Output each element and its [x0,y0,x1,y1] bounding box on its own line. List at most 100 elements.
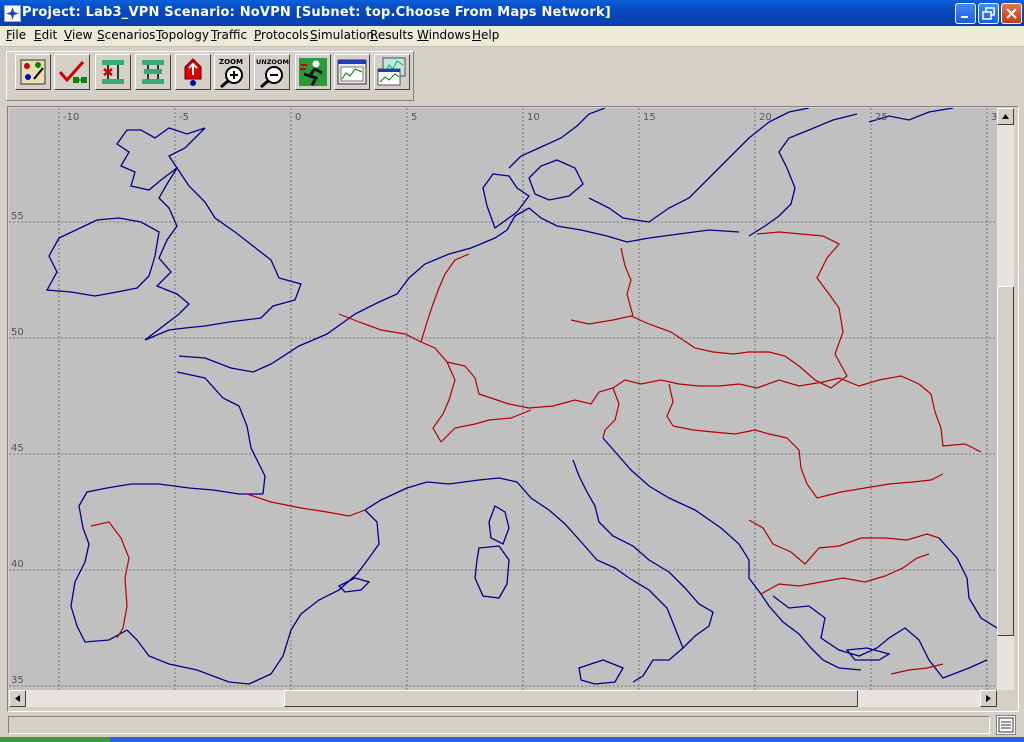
coastline-segment [178,253,450,373]
coastlines [45,108,997,685]
border-segment [90,521,130,639]
view-results-icon [337,59,367,85]
hide-show-graphs-button[interactable] [374,54,410,90]
unzoom-button[interactable]: UNZOOM [254,54,290,90]
view-results-button[interactable] [334,54,370,90]
zoom-in-icon: ZOOM [219,58,243,89]
title-bar[interactable]: Project: Lab3_VPN Scenario: NoVPN [Subne… [0,0,1024,26]
menu-results[interactable]: Results [370,28,413,42]
coastline-segment [488,505,510,545]
window-title: Project: Lab3_VPN Scenario: NoVPN [Subne… [22,5,611,20]
app-icon[interactable] [4,5,21,22]
border-segment [602,387,620,439]
run-simulation-icon [299,58,327,86]
coastline-segment [938,537,997,629]
close-button[interactable] [1001,3,1022,24]
menu-scenarios[interactable]: Scenarios [97,28,155,42]
status-message-field [8,716,990,734]
menu-help[interactable]: Help [472,28,499,42]
coastline-segment [448,207,740,255]
zoom-button[interactable]: ZOOM [214,54,250,90]
menu-edit[interactable]: Edit [34,28,57,42]
coastline-segment [116,127,206,191]
coastline-segment [748,113,858,237]
coastline-segment [176,371,266,495]
menu-simulation[interactable]: Simulation [310,28,374,42]
longitude-label: -10 [63,112,79,123]
arrow-left-icon [15,695,20,702]
latitude-label: 50 [11,327,24,338]
coastline-segment [474,545,510,599]
coastline-segment [364,477,684,683]
zoom-label: ZOOM [219,58,243,66]
minimize-button[interactable] [955,3,976,24]
longitude-label: 15 [643,112,656,123]
horizontal-scrollbar[interactable] [9,690,997,707]
map-canvas[interactable]: -10 -5 0 5 10 15 20 25 3 55 50 45 40 35 [9,108,997,690]
border-segment [338,313,456,443]
coastline-segment [482,173,530,230]
border-segment [666,383,788,439]
longitude-label: 5 [411,112,417,123]
vertical-scrollbar[interactable] [997,108,1014,690]
border-segment [440,409,532,443]
scroll-right-button[interactable] [980,690,997,707]
arrow-up-icon [1002,114,1009,119]
latitude-label: 35 [11,675,24,686]
border-segment [570,231,848,389]
unzoom-label: UNZOOM [256,58,289,66]
coastline-segment [337,577,371,593]
border-segment [446,361,626,409]
restore-button[interactable] [978,3,999,24]
country-borders [90,231,982,675]
horizontal-scroll-thumb[interactable] [284,690,858,707]
menu-traffic[interactable]: Traffic [211,28,247,42]
recover-link-button[interactable] [135,54,171,90]
border-segment [786,437,944,499]
longitude-label: -5 [179,112,189,123]
longitude-label: 20 [759,112,772,123]
coastline-segment [578,659,624,685]
border-segment [748,519,940,565]
configure-run-simulation-button[interactable] [295,54,331,90]
status-log-button[interactable] [996,715,1016,735]
menu-bar: File Edit View Scenarios Topology Traffi… [0,26,1024,47]
coastline-segment [572,459,714,649]
recover-link-icon [142,60,164,84]
arrow-right-icon [986,695,991,702]
palette-icon [20,59,46,85]
zoom-out-icon: UNZOOM [256,58,289,89]
coastline-segment [588,108,810,223]
menu-file[interactable]: File [6,28,26,42]
scroll-left-button[interactable] [9,690,26,707]
vertical-scroll-thumb[interactable] [997,286,1014,636]
border-segment [620,247,634,317]
check-links-button[interactable] [54,54,90,90]
latitude-label: 40 [11,559,24,570]
coastline-segment [508,108,606,169]
menu-windows[interactable]: Windows [417,28,471,42]
graphs-icon [377,57,406,86]
longitude-label: 10 [527,112,540,123]
fail-link-button[interactable] [95,54,131,90]
longitude-label: 25 [875,112,888,123]
border-segment [246,493,366,517]
coastline-segment [528,159,584,201]
latitude-label: 45 [11,443,24,454]
scroll-up-button[interactable] [997,108,1014,125]
toolbar: ZOOM UNZOOM [0,47,1024,105]
return-to-parent-subnet-button[interactable] [175,54,211,90]
checkmark-links-icon [58,61,87,83]
menu-view[interactable]: View [64,28,92,42]
menu-topology[interactable]: Topology [156,28,209,42]
menu-protocols[interactable]: Protocols [254,28,309,42]
coastline-segment [45,217,160,297]
open-object-palette-button[interactable] [15,54,51,90]
longitude-label: 0 [295,112,301,123]
border-segment [420,253,470,343]
border-segment [760,553,930,595]
coastline-segment [772,595,988,679]
coastline-segment [144,166,302,341]
latitude-label: 55 [11,211,24,222]
coastline-segment [70,483,380,685]
